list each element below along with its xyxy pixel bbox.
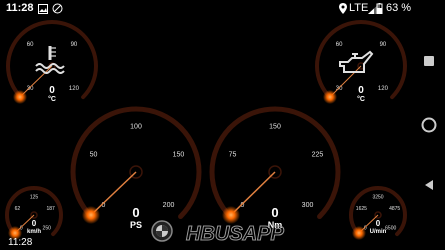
torque-value: 0 — [271, 205, 278, 220]
speed-tick-label: 125 — [30, 195, 39, 201]
power-tick-label: 150 — [173, 152, 185, 159]
speed-tick-label: 62 — [15, 206, 21, 212]
water-value: 0 — [49, 85, 55, 96]
water-needle-glow — [13, 90, 27, 104]
power-needle-glow — [82, 206, 100, 224]
water-tick-label: 60 — [27, 42, 34, 48]
power-value: 0 — [132, 205, 139, 220]
oil-value: 0 — [358, 85, 364, 96]
bmw-roundel-icon — [151, 220, 173, 242]
power-tick-label: 200 — [163, 202, 175, 209]
speed-value: 0 — [32, 219, 37, 228]
power-tick-label: 100 — [130, 123, 142, 130]
oil-tick-label: 90 — [380, 42, 387, 48]
home-button[interactable] — [419, 115, 439, 135]
torque-tick-label: 225 — [312, 152, 324, 159]
logo-text: HBUSAPP — [186, 223, 284, 245]
power-gauge: 0501001502000PS — [70, 106, 202, 230]
torque-tick-label: 75 — [229, 152, 237, 159]
torque-needle-glow — [222, 206, 240, 224]
water-gauge: 3060 901200°C — [6, 20, 98, 104]
recent-apps-button[interactable] — [419, 51, 439, 71]
oil-tick-label: 120 — [378, 86, 389, 92]
home-circle-icon — [421, 117, 437, 133]
water-unit: °C — [48, 95, 56, 103]
oil-tick-label: 30 — [336, 86, 343, 92]
speed-tick-label: 187 — [46, 206, 55, 212]
oil-gauge: 30 60 90 120 0°C — [315, 20, 407, 104]
power-unit: PS — [130, 220, 142, 230]
oil-can-icon — [339, 50, 374, 73]
power-needle — [90, 171, 137, 216]
rpm-needle-glow — [352, 226, 366, 240]
speed-gauge: 0621251872500km/h — [5, 186, 63, 240]
rpm-value: 0 — [376, 219, 381, 228]
torque-needle — [230, 171, 276, 216]
oil-unit: °C — [357, 95, 365, 103]
speed-unit: km/h — [27, 229, 41, 235]
rpm-unit: U/min — [370, 229, 387, 235]
rpm-gauge: 016253250487565000U/min — [349, 186, 407, 240]
app-logo: HBUSAPP — [151, 220, 285, 246]
navigation-bar — [413, 18, 445, 250]
oil-tick-label: 60 — [336, 42, 343, 48]
dashboard: 3060 901200°C3060 901200°C0501001502000PS0… — [5, 20, 407, 246]
torque-tick-label: 300 — [302, 202, 314, 209]
water-tick-label: 120 — [69, 86, 80, 92]
back-triangle-icon — [425, 180, 433, 190]
torque-gauge: 0751502253000Nm — [209, 106, 341, 230]
square-icon — [424, 56, 434, 66]
oil-needle-glow — [323, 90, 337, 104]
back-button[interactable] — [419, 175, 439, 195]
water-tick-label: 90 — [71, 42, 78, 48]
rpm-tick-label: 3250 — [372, 195, 383, 201]
speed-tick-label: 250 — [43, 225, 52, 231]
torque-tick-label: 150 — [269, 123, 281, 130]
power-tick-label: 50 — [90, 152, 98, 159]
rpm-tick-label: 6500 — [385, 225, 396, 231]
rpm-tick-label: 1625 — [356, 206, 367, 212]
bottom-clock: 11:28 — [8, 237, 33, 248]
rpm-tick-label: 4875 — [389, 206, 400, 212]
